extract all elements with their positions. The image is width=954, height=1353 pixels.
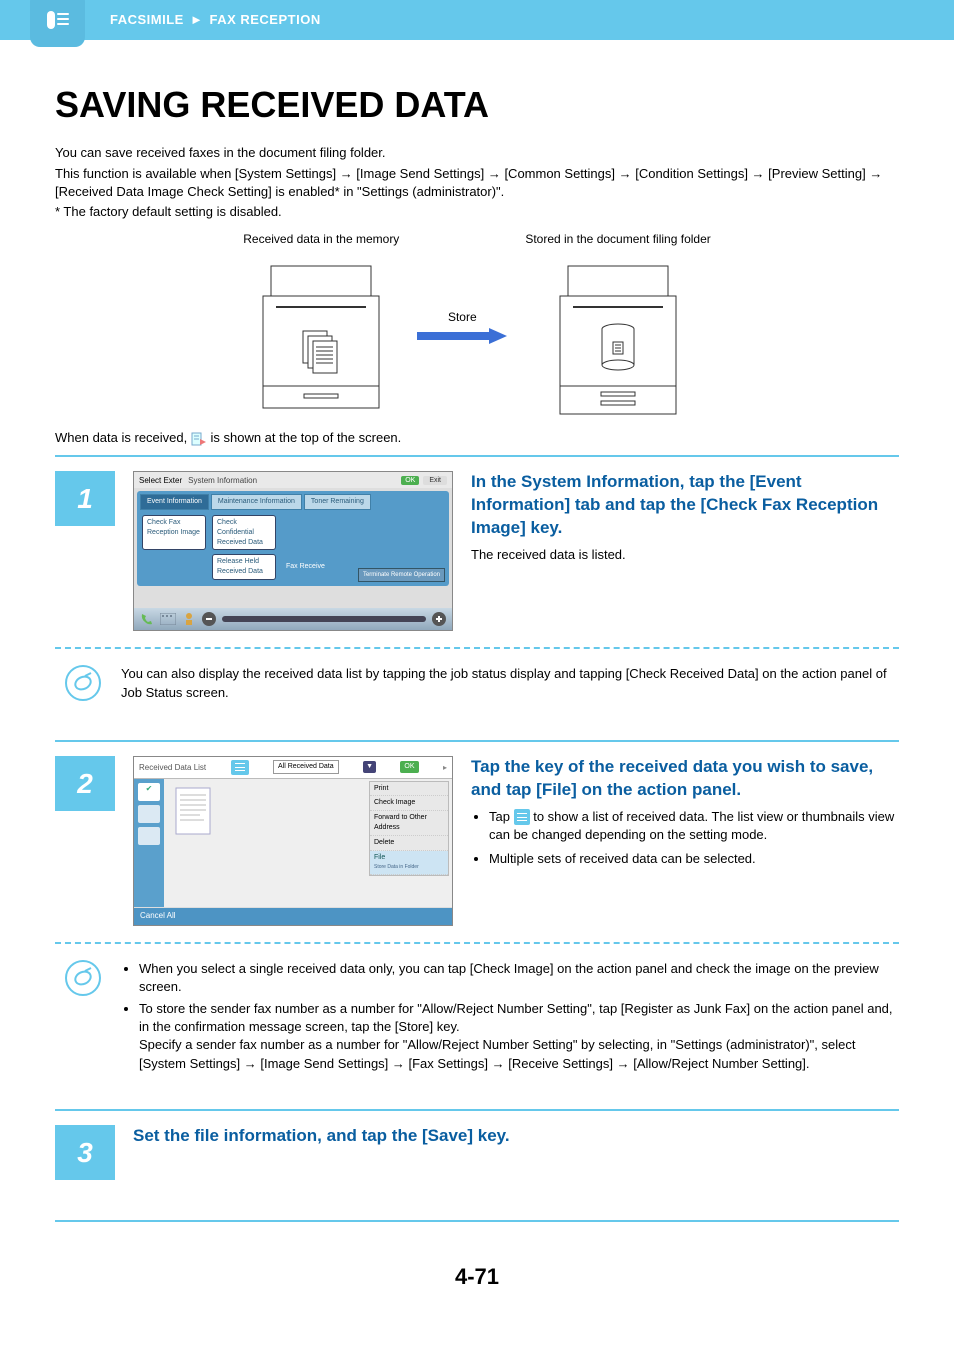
ss2-cancel-all-button[interactable]: Cancel All	[134, 908, 452, 925]
ss2-print-button[interactable]: Print	[370, 782, 448, 797]
step-2-title: Tap the key of the received data you wis…	[471, 756, 899, 802]
received-indicator-icon	[191, 432, 207, 446]
step-number-3: 3	[55, 1125, 115, 1180]
step-2-bullet-2: Multiple sets of received data can be se…	[489, 850, 899, 868]
machine-filing-icon	[558, 256, 678, 416]
breadcrumb-2[interactable]: FAX RECEPTION	[209, 12, 320, 27]
note-2-bullet-2: To store the sender fax number as a numb…	[139, 1000, 899, 1073]
list-icon	[514, 809, 530, 825]
diagram-row: Received data in the memory	[55, 231, 899, 421]
panel-expand-icon[interactable]: ▸	[443, 762, 447, 773]
brightness-slider[interactable]	[222, 616, 426, 622]
note-2-bullet-1: When you select a single received data o…	[139, 960, 899, 996]
page-title: SAVING RECEIVED DATA	[55, 80, 899, 130]
note-icon	[65, 960, 101, 996]
breadcrumb-1[interactable]: FACSIMILE	[110, 12, 184, 27]
ss1-exit-button[interactable]: Exit	[423, 476, 447, 485]
check-icon[interactable]: ✔	[138, 783, 160, 801]
ss2-delete-button[interactable]: Delete	[370, 836, 448, 851]
minus-button[interactable]	[202, 612, 216, 626]
ss1-release-held-button[interactable]: Release Held Received Data	[212, 554, 276, 580]
diagram-caption-right: Stored in the document filing folder	[525, 231, 710, 248]
step-2-bullet-1: Tap to show a list of received data. The…	[489, 808, 899, 844]
intro-p3: * The factory default setting is disable…	[55, 203, 899, 221]
ss1-status-text: Fax Receive	[286, 562, 325, 572]
divider	[55, 1220, 899, 1222]
ss2-title: Received Data List	[139, 762, 206, 773]
ss1-tab-event[interactable]: Event Information	[140, 494, 209, 510]
ss1-title: System Information	[188, 475, 257, 486]
ss2-ok-button[interactable]: OK	[400, 761, 418, 773]
step-1-desc: The received data is listed.	[471, 546, 899, 564]
step-2: 2 Received Data List All Received Data ▼…	[55, 756, 899, 926]
ss1-check-fax-button[interactable]: Check Fax Reception Image	[142, 515, 206, 550]
step-2-screenshot: Received Data List All Received Data ▼ O…	[133, 756, 453, 926]
note-icon	[65, 665, 101, 701]
store-label: Store	[448, 309, 477, 326]
intro-p2: This function is available when [System …	[55, 165, 899, 201]
ss2-left-strip: ✔	[134, 779, 164, 907]
ss2-file-button[interactable]: File Store Data in Folder	[370, 851, 448, 876]
note-1: You can also display the received data l…	[55, 665, 899, 701]
arrow-right-icon	[417, 328, 507, 344]
ss1-tab-toner[interactable]: Toner Remaining	[304, 494, 371, 510]
ss1-select-exter: Select Exter	[139, 475, 182, 486]
fax-section-icon	[30, 0, 85, 47]
document-preview-icon	[170, 785, 220, 845]
step-number-1: 1	[55, 471, 115, 526]
machine-memory-icon	[261, 256, 381, 416]
plus-button[interactable]	[432, 612, 446, 626]
dotted-divider	[55, 942, 899, 944]
step-3: 3 Set the file information, and tap the …	[55, 1125, 899, 1180]
ss1-tab-maint[interactable]: Maintenance Information	[211, 494, 302, 510]
ss1-terminate-button[interactable]: Terminate Remote Operation	[358, 568, 445, 582]
step-1-screenshot: Select Exter System Information OK Exit …	[133, 471, 453, 631]
ss2-forward-button[interactable]: Forward to Other Address	[370, 811, 448, 836]
note-1-text: You can also display the received data l…	[121, 665, 899, 701]
thumbnail-1[interactable]	[138, 805, 160, 823]
chevron-down-icon[interactable]: ▼	[363, 761, 376, 773]
intro-p1: You can save received faxes in the docum…	[55, 144, 899, 162]
ss2-action-panel: Print Check Image Forward to Other Addre…	[369, 781, 449, 877]
step-1-title: In the System Information, tap the [Even…	[471, 471, 899, 540]
dotted-divider	[55, 647, 899, 649]
step-3-title: Set the file information, and tap the [S…	[133, 1125, 899, 1148]
ss2-dropdown[interactable]: All Received Data	[273, 760, 339, 774]
ss1-check-conf-button[interactable]: Check Confidential Received Data	[212, 515, 276, 550]
diagram-caption-left: Received data in the memory	[243, 231, 399, 248]
ss1-ok-button[interactable]: OK	[401, 476, 419, 485]
ss2-check-image-button[interactable]: Check Image	[370, 796, 448, 811]
step-number-2: 2	[55, 756, 115, 811]
breadcrumb-sep-icon: ►	[190, 12, 203, 27]
note-2: When you select a single received data o…	[55, 960, 899, 1077]
intro-block: You can save received faxes in the docum…	[55, 144, 899, 221]
breadcrumb-banner: FACSIMILE ► FAX RECEPTION	[0, 0, 954, 40]
divider	[55, 740, 899, 742]
keyboard-icon	[160, 613, 176, 625]
phone-icon	[140, 612, 154, 626]
ss1-bottom-bar	[134, 608, 452, 630]
list-view-toggle-icon[interactable]	[231, 760, 249, 775]
page-number: 4-71	[55, 1262, 899, 1293]
thumbnail-2[interactable]	[138, 827, 160, 845]
divider	[55, 1109, 899, 1111]
received-indicator-line: When data is received, is shown at the t…	[55, 429, 899, 447]
divider	[55, 455, 899, 457]
assist-icon	[182, 612, 196, 626]
step-1: 1 Select Exter System Information OK Exi…	[55, 471, 899, 631]
